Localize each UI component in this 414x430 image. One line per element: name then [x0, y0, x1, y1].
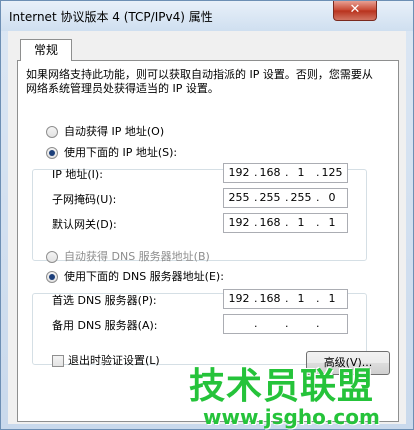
watermark-logo: 技术员联盟 www.jsgho.com: [183, 357, 414, 430]
ip-octet: 1: [297, 292, 305, 305]
radio-manual-ip-button[interactable]: [46, 147, 58, 159]
ip-octet: 255: [259, 191, 281, 204]
validate-settings-box[interactable]: [52, 355, 64, 367]
radio-auto-dns-label: 自动获得 DNS 服务器地址(B): [64, 250, 210, 263]
radio-auto-ip-label: 自动获得 IP 地址(O): [64, 125, 165, 138]
description-text: 如果网络支持此功能，则可以获取自动指派的 IP 设置。否则，您需要从网络系统管理…: [26, 68, 373, 95]
subnet-mask-input[interactable]: 255 . 255 . 255 . 0: [223, 188, 348, 208]
ip-dot: .: [254, 317, 258, 330]
window-title: Internet 协议版本 4 (TCP/IPv4) 属性: [9, 10, 213, 24]
radio-manual-ip-label: 使用下面的 IP 地址(S):: [64, 146, 178, 159]
ip-dot: .: [316, 317, 320, 330]
validate-settings-label: 退出时验证设置(L): [68, 354, 160, 367]
tab-general[interactable]: 常规: [20, 39, 72, 61]
ip-octet: 255: [228, 191, 250, 204]
alternate-dns-label: 备用 DNS 服务器(A):: [52, 319, 158, 332]
preferred-dns-label: 首选 DNS 服务器(P):: [52, 294, 157, 307]
ip-octet: 168: [259, 292, 281, 305]
watermark-title: 技术员联盟: [189, 366, 375, 407]
ip-octet: 1: [328, 292, 336, 305]
watermark-url: www.jsgho.com: [203, 405, 380, 429]
ip-octet: 1: [297, 166, 305, 179]
close-button[interactable]: ✕: [333, 1, 377, 21]
ip-address-label: IP 地址(I):: [52, 168, 103, 181]
ip-dot: .: [285, 317, 289, 330]
ip-octet: 1: [328, 216, 336, 229]
ip-octet: 192: [228, 216, 250, 229]
title-bar[interactable]: Internet 协议版本 4 (TCP/IPv4) 属性 ✕: [1, 1, 413, 31]
ip-octet: 125: [321, 166, 343, 179]
ip-octet: 192: [228, 166, 250, 179]
default-gateway-label: 默认网关(D):: [52, 218, 117, 231]
dialog-window: Internet 协议版本 4 (TCP/IPv4) 属性 ✕ 常规 如果网络支…: [0, 0, 414, 430]
radio-manual-dns-label: 使用下面的 DNS 服务器地址(E):: [64, 270, 224, 283]
default-gateway-input[interactable]: 192 . 168 . 1 . 1: [223, 213, 348, 233]
ip-address-input[interactable]: 192 . 168 . 1 . 125: [223, 163, 348, 183]
preferred-dns-input[interactable]: 192 . 168 . 1 . 1: [223, 289, 348, 309]
radio-auto-ip-button[interactable]: [46, 126, 58, 138]
ip-octet: 192: [228, 292, 250, 305]
ip-octet: 168: [259, 216, 281, 229]
ip-octet: 1: [297, 216, 305, 229]
ip-octet: 168: [259, 166, 281, 179]
subnet-mask-label: 子网掩码(U):: [52, 193, 117, 206]
alternate-dns-input[interactable]: . . .: [223, 314, 348, 334]
ip-octet: 0: [328, 191, 336, 204]
radio-auto-dns-button: [46, 251, 58, 263]
ip-octet: 255: [290, 191, 312, 204]
radio-manual-dns-button[interactable]: [46, 271, 58, 283]
